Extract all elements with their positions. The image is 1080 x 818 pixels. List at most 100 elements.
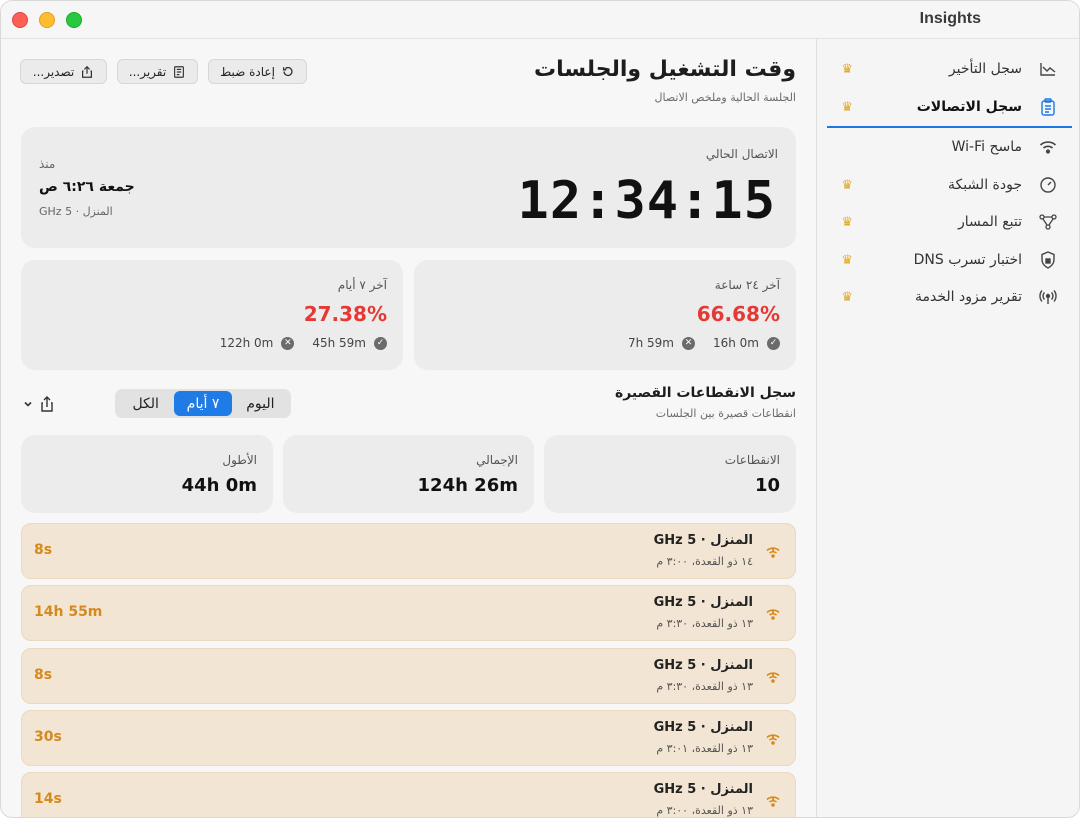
stats-24h-up: 16h 0m xyxy=(712,336,759,350)
sidebar-item-dns-leak[interactable]: اختبار تسرب DNS ♛ xyxy=(827,243,1072,277)
report-label: تقرير... xyxy=(128,64,167,79)
drops-share-menu-button[interactable] xyxy=(23,395,55,413)
summary-total-label: الإجمالي xyxy=(476,453,518,467)
current-session-timer: 12:34:15 xyxy=(517,171,776,231)
export-button[interactable]: تصدير... xyxy=(20,59,107,84)
summary-total-value: 124h 26m xyxy=(417,475,518,496)
shield-icon xyxy=(1036,248,1060,272)
current-network: المنزل · 5 GHz xyxy=(39,205,113,218)
share-icon xyxy=(82,65,93,78)
drop-row[interactable]: المنزل · 5 GHz ١٣ ذو القعدة، ٣:٠٠ م 14s xyxy=(21,772,796,817)
since-label: منذ xyxy=(39,157,56,171)
stats-7d-card: آخر ٧ أيام 27.38% ✓ 45h 59m ✕ 122h 0m xyxy=(21,260,403,370)
antenna-icon xyxy=(1036,285,1060,309)
sidebar-item-label: ماسح Wi-Fi xyxy=(951,139,1022,155)
range-segmented-control: اليوم ٧ أيام الكل xyxy=(115,389,291,418)
crown-icon: ♛ xyxy=(841,100,853,115)
drop-date: ١٣ ذو القعدة، ٣:٠١ م xyxy=(656,742,753,755)
sidebar-item-label: تتبع المسار xyxy=(957,214,1022,230)
segment-today[interactable]: اليوم xyxy=(232,391,289,416)
sidebar-item-traceroute[interactable]: تتبع المسار ♛ xyxy=(827,205,1072,239)
drop-date: ١٣ ذو القعدة، ٣:٣٠ م xyxy=(656,680,753,693)
sidebar-item-label: تقرير مزود الخدمة xyxy=(915,289,1022,305)
stats-7d-label: آخر ٧ أيام xyxy=(337,278,387,292)
drop-date: ١٣ ذو القعدة، ٣:٠٠ م xyxy=(656,804,753,817)
x-icon: ✕ xyxy=(681,336,695,350)
stats-24h-percent: 66.68% xyxy=(696,302,780,326)
main-content: إعادة ضبط تقرير... تصدير... وقت التشغيل … xyxy=(1,39,816,817)
wifi-warning-icon xyxy=(766,547,780,558)
wifi-warning-icon xyxy=(766,734,780,745)
stats-24h-label: آخر ٢٤ ساعة xyxy=(714,278,780,292)
drop-network: المنزل · 5 GHz xyxy=(653,782,753,797)
drop-duration: 8s xyxy=(34,542,53,558)
crown-placeholder xyxy=(837,140,853,154)
summary-longest-card: الأطول 44h 0m xyxy=(21,435,273,513)
x-icon: ✕ xyxy=(281,336,295,350)
sidebar-item-latency-log[interactable]: سجل التأخير ♛ xyxy=(827,52,1072,86)
crown-icon: ♛ xyxy=(841,253,853,268)
page-title: وقت التشغيل والجلسات xyxy=(534,57,796,82)
stats-24h-down: 7h 59m xyxy=(627,336,674,350)
sidebar-item-label: جودة الشبكة xyxy=(947,177,1022,193)
drop-date: ١٣ ذو القعدة، ٣:٣٠ م xyxy=(656,617,753,630)
sidebar: سجل التأخير ♛ سجل الاتصالات ♛ ماسح Wi-Fi… xyxy=(816,39,1079,817)
zoom-window-button[interactable] xyxy=(66,12,82,28)
crown-icon: ♛ xyxy=(841,215,853,230)
app-window: Insights إعادة ضبط تقرير... تصدير... وقت… xyxy=(0,0,1080,818)
summary-drops-value: 10 xyxy=(754,475,780,496)
reset-button[interactable]: إعادة ضبط xyxy=(208,59,307,84)
active-indicator xyxy=(827,126,1072,128)
sidebar-item-label: سجل الاتصالات xyxy=(916,99,1022,115)
gauge-icon xyxy=(1036,173,1060,197)
stats-7d-up: 45h 59m xyxy=(312,336,366,350)
reset-label: إعادة ضبط xyxy=(220,64,275,79)
chart-icon xyxy=(1036,57,1060,81)
drops-title: سجل الانقطاعات القصيرة xyxy=(614,385,796,401)
check-icon: ✓ xyxy=(374,336,387,350)
export-label: تصدير... xyxy=(32,64,75,79)
crown-icon: ♛ xyxy=(841,62,853,77)
share-icon xyxy=(41,396,53,412)
drop-row[interactable]: المنزل · 5 GHz ١٣ ذو القعدة، ٣:٣٠ م 8s xyxy=(21,648,796,704)
crown-icon: ♛ xyxy=(841,178,853,193)
crown-icon: ♛ xyxy=(841,290,853,305)
drop-network: المنزل · 5 GHz xyxy=(653,533,753,548)
route-icon xyxy=(1036,210,1060,234)
sidebar-item-network-quality[interactable]: جودة الشبكة ♛ xyxy=(827,168,1072,202)
current-connection-label: الاتصال الحالي xyxy=(705,147,778,161)
wifi-icon xyxy=(1036,135,1060,159)
sidebar-item-wifi-scanner[interactable]: ماسح Wi-Fi xyxy=(827,130,1072,164)
close-window-button[interactable] xyxy=(12,12,28,28)
minimize-window-button[interactable] xyxy=(39,12,55,28)
segment-all[interactable]: الكل xyxy=(117,391,174,416)
wifi-warning-icon xyxy=(766,609,780,620)
summary-drops-label: الانقطاعات xyxy=(724,453,780,467)
drop-network: المنزل · 5 GHz xyxy=(653,595,753,610)
app-title: Insights xyxy=(919,10,981,27)
summary-longest-label: الأطول xyxy=(222,453,257,467)
sidebar-item-connection-log[interactable]: سجل الاتصالات ♛ xyxy=(827,90,1072,124)
wifi-warning-icon xyxy=(766,796,780,807)
drop-row[interactable]: المنزل · 5 GHz ١٤ ذو القعدة، ٣:٠٠ م 8s xyxy=(21,523,796,579)
page-subtitle: الجلسة الحالية وملخص الاتصال xyxy=(654,91,796,104)
stats-24h-card: آخر ٢٤ ساعة 66.68% ✓ 16h 0m ✕ 7h 59m xyxy=(414,260,796,370)
reset-icon xyxy=(282,66,293,76)
drop-duration: 30s xyxy=(34,729,62,745)
summary-longest-value: 44h 0m xyxy=(181,475,257,496)
report-button[interactable]: تقرير... xyxy=(117,59,198,84)
chevron-down-icon xyxy=(24,401,32,407)
segment-7-days[interactable]: ٧ أيام xyxy=(174,391,232,416)
drop-network: المنزل · 5 GHz xyxy=(653,658,753,673)
stats-7d-down: 122h 0m xyxy=(219,336,274,350)
sidebar-item-isp-report[interactable]: تقرير مزود الخدمة ♛ xyxy=(827,280,1072,314)
stats-7d-row: ✓ 45h 59m ✕ 122h 0m xyxy=(220,336,387,350)
drop-duration: 8s xyxy=(34,667,53,683)
drop-row[interactable]: المنزل · 5 GHz ١٣ ذو القعدة، ٣:٠١ م 30s xyxy=(21,710,796,766)
drop-row[interactable]: المنزل · 5 GHz ١٣ ذو القعدة، ٣:٣٠ م 14h … xyxy=(21,585,796,641)
check-icon: ✓ xyxy=(767,336,780,350)
sidebar-item-label: اختبار تسرب DNS xyxy=(913,252,1022,268)
drop-network: المنزل · 5 GHz xyxy=(653,720,753,735)
summary-drops-card: الانقطاعات 10 xyxy=(544,435,796,513)
sidebar-item-label: سجل التأخير xyxy=(948,61,1022,77)
